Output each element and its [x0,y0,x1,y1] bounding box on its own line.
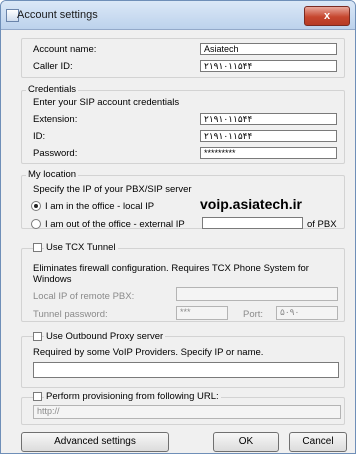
provisioning-label[interactable]: Perform provisioning from following URL: [44,391,221,402]
location-legend: My location [26,169,79,180]
outbound-proxy-checkbox[interactable] [33,332,42,341]
tcx-tunnel-label[interactable]: Use TCX Tunnel [44,242,118,253]
tunnel-description: Eliminates firewall configuration. Requi… [33,263,309,285]
account-settings-window: Account settings x Account name: Asiatec… [0,0,356,454]
proxy-input[interactable] [33,362,339,378]
outbound-proxy-label[interactable]: Use Outbound Proxy server [44,331,166,342]
password-input[interactable]: ********* [200,147,337,159]
of-pbx-label: of PBX [307,219,337,230]
ok-button[interactable]: OK [213,432,279,452]
remote-ip-input[interactable] [176,287,338,301]
tunnel-password-label: Tunnel password: [33,309,108,320]
id-label: ID: [33,131,46,142]
title-bar: Account settings x [1,1,355,30]
external-ip-label[interactable]: I am out of the office - external IP [45,219,185,230]
credentials-hint: Enter your SIP account credentials [33,97,180,108]
location-hint: Specify the IP of your PBX/SIP server [33,184,192,195]
account-name-label: Account name: [33,44,97,55]
external-ip-input[interactable] [202,217,303,229]
local-ip-value[interactable]: voip.asiatech.ir [200,196,302,212]
close-button[interactable]: x [304,6,350,26]
caller-id-input[interactable]: ۲۱۹۱۰۱۱۵۴۴ [200,60,337,72]
window-title: Account settings [17,9,98,21]
credentials-legend: Credentials [26,84,79,95]
local-ip-label[interactable]: I am in the office - local IP [45,201,154,212]
password-label: Password: [33,148,78,159]
cancel-button[interactable]: Cancel [289,432,347,452]
advanced-settings-button[interactable]: Advanced settings [21,432,169,452]
external-ip-radio[interactable] [31,219,41,229]
extension-label: Extension: [33,114,78,125]
tcx-tunnel-checkbox[interactable] [33,243,42,252]
account-name-input[interactable]: Asiatech [200,43,337,55]
provisioning-url-input[interactable]: http:// [33,405,341,419]
remote-ip-label: Local IP of remote PBX: [33,291,135,302]
provisioning-checkbox[interactable] [33,392,42,401]
local-ip-radio[interactable] [31,201,41,211]
caller-id-label: Caller ID: [33,61,73,72]
port-input[interactable]: ۵۰۹۰ [276,306,338,320]
extension-input[interactable]: ۲۱۹۱۰۱۱۵۴۴ [200,113,337,125]
id-input[interactable]: ۲۱۹۱۰۱۱۵۴۴ [200,130,337,142]
tunnel-password-input[interactable]: *** [176,306,228,320]
proxy-description: Required by some VoIP Providers. Specify… [33,347,264,358]
port-label: Port: [243,309,264,320]
